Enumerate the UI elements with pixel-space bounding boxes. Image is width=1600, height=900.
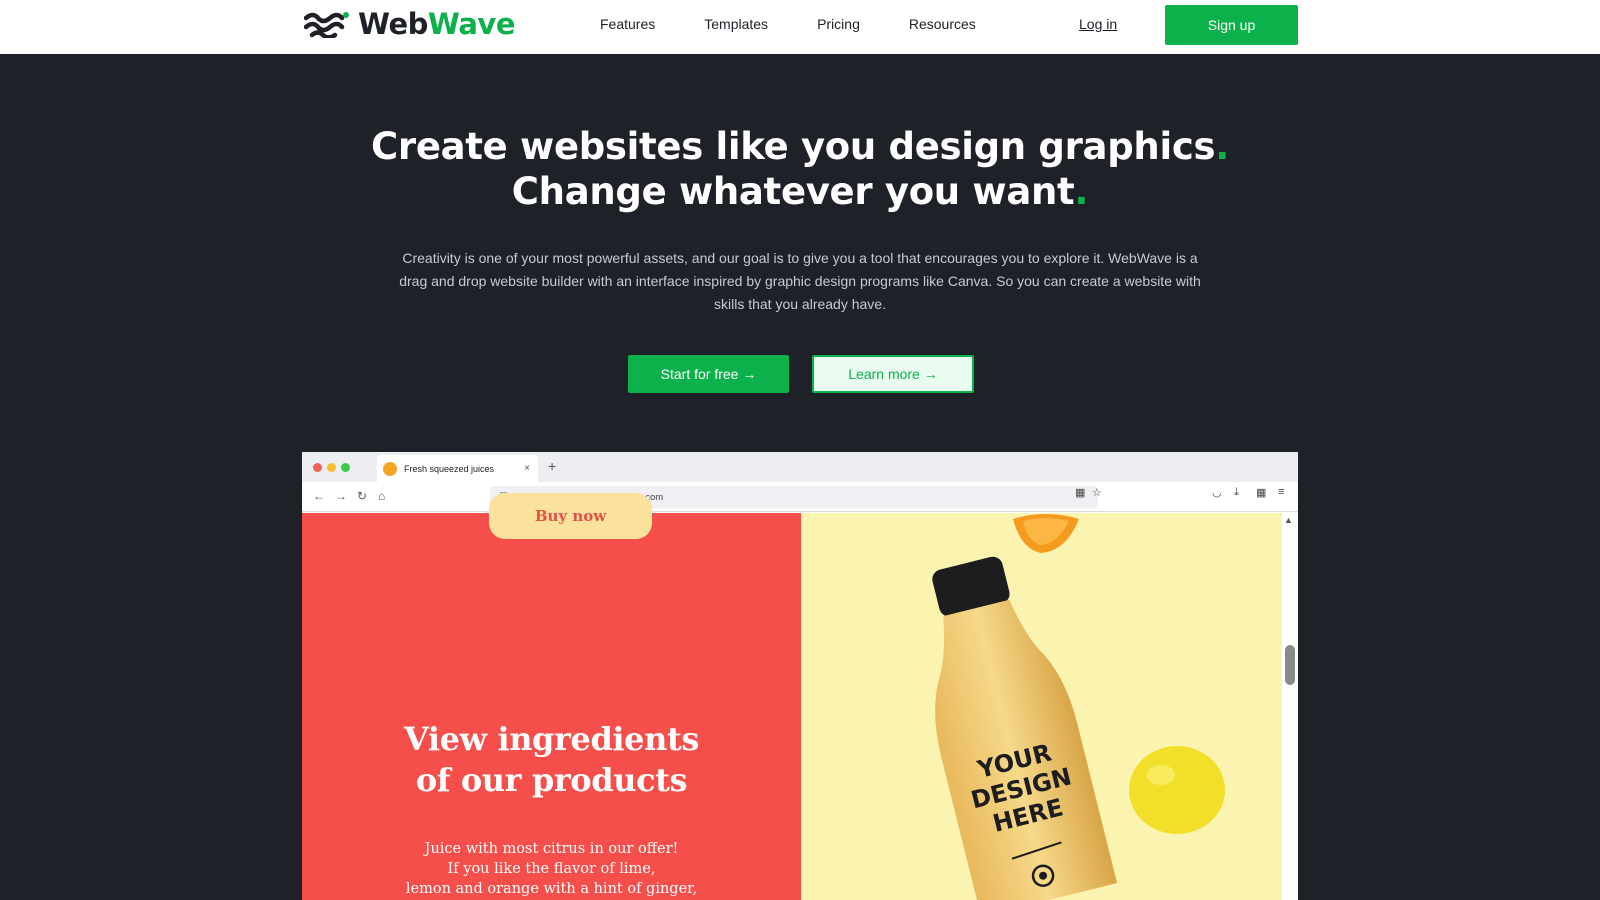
start-for-free-button[interactable]: Start for free → xyxy=(628,355,789,393)
window-close-dot[interactable] xyxy=(313,463,322,472)
hero-title-line1: Create websites like you design graphics xyxy=(371,125,1216,168)
back-icon[interactable]: ← xyxy=(313,489,325,503)
bookmark-star-icon[interactable]: ☆ xyxy=(1092,486,1102,499)
site-heading-line2: of our products xyxy=(415,761,688,799)
main-nav: Features Templates Pricing Resources xyxy=(600,16,1025,32)
logo-text-web: Web xyxy=(358,7,428,41)
bottle-icon: YOUR DESIGN HERE xyxy=(932,556,1118,900)
reload-icon[interactable]: ↻ xyxy=(357,489,367,503)
signup-button[interactable]: Sign up xyxy=(1165,5,1298,45)
learn-more-button[interactable]: Learn more → xyxy=(812,355,974,393)
hero-title-line2: Change whatever you want xyxy=(511,170,1075,213)
hero-title: Create websites like you design graphics… xyxy=(0,124,1600,214)
window-maximize-dot[interactable] xyxy=(341,463,350,472)
tab-title: Fresh squeezed juices xyxy=(404,463,495,474)
logo-text-wave: Wave xyxy=(427,7,516,41)
browser-tab-strip: Fresh squeezed juices × + xyxy=(302,452,1298,482)
orange-slice-icon xyxy=(1013,514,1079,553)
apps-grid-icon[interactable]: ▦ xyxy=(1256,486,1266,499)
browser-tab[interactable]: Fresh squeezed juices × xyxy=(377,455,538,482)
window-minimize-dot[interactable] xyxy=(327,463,336,472)
buy-now-button[interactable]: Buy now xyxy=(489,493,652,539)
site-body-line3: lemon and orange with a hint of ginger, xyxy=(405,881,698,897)
login-link[interactable]: Log in xyxy=(1079,16,1117,32)
hero-title-dot: . xyxy=(1074,170,1089,213)
download-icon[interactable]: ⤓ xyxy=(1234,486,1239,499)
top-navigation-bar: WebWave Features Templates Pricing Resou… xyxy=(0,0,1600,54)
browser-mockup: Fresh squeezed juices × + ← → ↻ ⌂ ⛉ 🔒︎ h… xyxy=(302,452,1298,900)
hero-title-dot: . xyxy=(1215,125,1229,168)
nav-resources[interactable]: Resources xyxy=(909,16,976,32)
juice-bottle-image: YOUR DESIGN HERE xyxy=(932,514,1225,900)
site-left-panel: Buy now View ingredients of our products… xyxy=(302,493,801,900)
site-heading-line1: View ingredients xyxy=(403,720,700,758)
site-heading: View ingredients of our products xyxy=(302,719,801,801)
site-body-text: Juice with most citrus in our offer! If … xyxy=(302,839,801,899)
website-viewport: Buy now View ingredients of our products… xyxy=(302,493,1298,900)
wave-logo-icon xyxy=(304,12,349,38)
extensions-grid-icon[interactable]: ▦ xyxy=(1075,486,1085,499)
forward-icon[interactable]: → xyxy=(335,489,347,503)
nav-templates[interactable]: Templates xyxy=(704,16,768,32)
orange-favicon-icon xyxy=(383,461,397,476)
site-body-line1: Juice with most citrus in our offer! xyxy=(424,841,679,857)
nav-pricing[interactable]: Pricing xyxy=(817,16,860,32)
lemon-icon xyxy=(1129,746,1225,834)
scrollbar-track[interactable] xyxy=(1282,513,1298,900)
scroll-up-icon[interactable]: ▲ xyxy=(1284,515,1293,525)
nav-features[interactable]: Features xyxy=(600,16,655,32)
new-tab-icon[interactable]: + xyxy=(548,458,556,474)
home-icon[interactable]: ⌂ xyxy=(378,489,385,503)
scrollbar-thumb[interactable] xyxy=(1285,645,1295,685)
menu-icon[interactable]: ≡ xyxy=(1278,486,1284,498)
site-body-line2: If you like the flavor of lime, xyxy=(447,861,656,877)
hero-description: Creativity is one of your most powerful … xyxy=(399,250,1201,312)
tab-close-icon[interactable]: × xyxy=(524,463,530,474)
pocket-icon[interactable]: ◡ xyxy=(1212,486,1222,499)
site-right-panel: YOUR DESIGN HERE xyxy=(801,513,1282,900)
webwave-logo[interactable]: WebWave xyxy=(304,6,516,42)
browser-toolbar: ← → ↻ ⌂ ⛉ 🔒︎ https:// freshsqueezedjuice… xyxy=(302,482,1298,512)
